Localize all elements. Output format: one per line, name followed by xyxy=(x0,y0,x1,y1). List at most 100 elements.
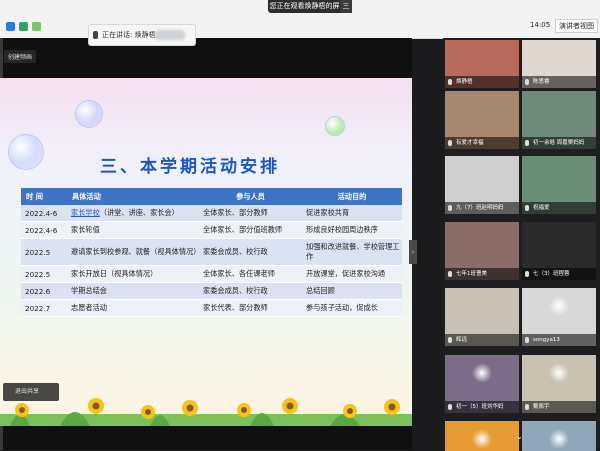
control-tag[interactable]: 创建频画 xyxy=(4,50,37,63)
sharing-menu-button[interactable]: 三 xyxy=(340,0,352,13)
participant-name: 焕静梧 xyxy=(445,76,519,88)
cell-purpose: 促进家校共育 xyxy=(302,205,402,222)
mic-icon xyxy=(525,271,529,277)
cell-time: 2022.7 xyxy=(21,299,67,317)
table-row: 2022.7 志愿者活动 家长代表、部分教师 参与孩子活动，促成长 xyxy=(21,299,402,317)
cell-activity: 邀请家长到校参观、就餐（视具体情况） xyxy=(67,238,200,266)
table-row: 2022.4-6 家长学校（讲堂、讲座、家长会） 全体家长、部分教师 促进家校共… xyxy=(21,205,402,222)
cell-people: 家委会成员、校行政 xyxy=(199,282,302,300)
column-header: 活动目的 xyxy=(302,188,402,205)
participant-tile[interactable]: 陈思睿 xyxy=(522,40,596,88)
cell-purpose: 加强和改进就餐、学校管理工作 xyxy=(302,238,402,266)
participant-name: 辉远 xyxy=(445,334,519,346)
participant-name: 七（3）班程蓉 xyxy=(522,268,596,280)
participant-name: 祝福爱 xyxy=(522,202,596,214)
status-icons xyxy=(6,22,41,31)
schedule-table: 时 间 具体活动 参与人员 活动目的 2022.4-6 家长学校（讲堂、讲座、家… xyxy=(21,188,402,317)
bubble-decoration xyxy=(8,134,44,170)
table-row: 2022.4-6 家长轮值 全体家长、部分值班教师 形成良好校园周边秩序 xyxy=(21,221,402,239)
mic-icon xyxy=(525,205,529,211)
bubble-decoration xyxy=(75,100,103,128)
cell-people: 家长代表、部分教师 xyxy=(199,299,302,317)
child-avatar xyxy=(549,429,569,449)
mic-icon xyxy=(525,79,529,85)
mic-icon xyxy=(525,140,529,146)
participant-tile[interactable]: songya13 xyxy=(522,288,596,346)
participant-tile[interactable]: 初一（5）班刘华妈 xyxy=(445,355,519,413)
participant-name: 七年1班曹美 xyxy=(445,268,519,280)
column-header: 时 间 xyxy=(21,188,67,205)
cell-activity: 家长开放日（视具体情况） xyxy=(67,265,199,283)
participant-tile[interactable]: 初一余晗 周嘉栗妈妈 xyxy=(522,91,596,149)
mic-icon xyxy=(448,140,452,146)
view-mode-button[interactable]: 演讲者视图 xyxy=(555,19,598,33)
cell-purpose: 参与孩子活动，促成长 xyxy=(302,299,402,317)
presentation-slide: 三、本学期活动安排 时 间 具体活动 参与人员 活动目的 2022.4-6 家长… xyxy=(0,78,412,426)
sunflower-border xyxy=(0,398,412,426)
cell-people: 全体家长、部分教师 xyxy=(199,205,302,222)
participant-tile[interactable] xyxy=(522,421,596,451)
participant-name: 九（7）班赵明妈妈 xyxy=(445,202,519,214)
activity-detail: （讲堂、讲座、家长会） xyxy=(99,208,179,217)
speaking-indicator: 正在讲话: 焕静梧; xyxy=(88,24,196,46)
mic-status-icon[interactable] xyxy=(6,22,15,31)
view-mode-label: 演讲者视图 xyxy=(559,22,594,30)
flower-avatar xyxy=(549,296,569,316)
collapse-panel-button[interactable]: › xyxy=(409,240,417,264)
cell-purpose: 形成良好校园周边秩序 xyxy=(302,221,402,239)
participant-name: 陈思睿 xyxy=(522,76,596,88)
table-header-row: 时 间 具体活动 参与人员 活动目的 xyxy=(21,188,402,205)
mic-icon xyxy=(448,337,452,343)
cell-time: 2022.5 xyxy=(21,238,67,266)
participant-tile[interactable]: 七（3）班程蓉 xyxy=(522,222,596,280)
mic-icon xyxy=(448,404,452,410)
stop-share-button[interactable]: 退出共享 xyxy=(3,383,59,401)
cell-purpose: 总结回顾 xyxy=(302,282,402,300)
cell-activity: 家长学校（讲堂、讲座、家长会） xyxy=(67,205,199,222)
participant-tile[interactable]: 有爱才幸福 xyxy=(445,91,519,149)
column-header: 具体活动 xyxy=(67,188,199,205)
cell-time: 2022.5 xyxy=(21,265,67,283)
cat-avatar xyxy=(472,363,492,383)
mic-icon xyxy=(448,205,452,211)
participant-name: 初一（5）班刘华妈 xyxy=(445,401,519,413)
participant-tile[interactable]: 九（7）班赵明妈妈 xyxy=(445,156,519,214)
participant-name: 初一余晗 周嘉栗妈妈 xyxy=(522,137,596,149)
participant-tile[interactable]: 焕静梧 xyxy=(445,40,519,88)
shield-icon[interactable] xyxy=(19,22,28,31)
participant-name: songya13 xyxy=(522,334,596,346)
participant-tile[interactable]: 七年1班曹美 xyxy=(445,222,519,280)
cell-time: 2022.4-6 xyxy=(21,221,67,239)
participant-name: 有爱才幸福 xyxy=(445,137,519,149)
mic-icon xyxy=(525,404,529,410)
participant-tile[interactable] xyxy=(445,421,519,451)
cell-people: 全体家长、部分值班教师 xyxy=(199,221,302,239)
cell-activity: 志愿者活动 xyxy=(67,299,199,317)
participant-tile[interactable]: 祝福爱 xyxy=(522,156,596,214)
sharing-banner: 您正在观看焕静梧的屏幕 xyxy=(268,0,348,13)
slide-title: 三、本学期活动安排 xyxy=(100,157,280,177)
speaking-text: 正在讲话: 焕静梧; xyxy=(102,31,158,39)
participant-tile[interactable]: 辉远 xyxy=(445,288,519,346)
mic-icon xyxy=(448,271,452,277)
bubble-decoration xyxy=(325,116,345,136)
table-row: 2022.5 邀请家长到校参观、就餐（视具体情况） 家委会成员、校行政 加强和改… xyxy=(21,238,402,266)
activity-link[interactable]: 家长学校 xyxy=(71,208,100,217)
mic-icon xyxy=(525,337,529,343)
cell-activity: 学期总结会 xyxy=(67,282,199,300)
participant-tile[interactable]: 戴佩宇 xyxy=(522,355,596,413)
mic-icon xyxy=(448,79,452,85)
orange-avatar xyxy=(472,429,492,449)
table-row: 2022.5 家长开放日（视具体情况） 全体家长、各任课老师 开放课堂，促进家校… xyxy=(21,265,402,283)
cell-people: 家委会成员、校行政 xyxy=(199,238,302,266)
clock-time: 14:05 xyxy=(530,21,551,29)
cell-purpose: 开放课堂，促进家校沟通 xyxy=(302,265,402,283)
scroll-down-icon[interactable]: ⌄ xyxy=(516,432,523,441)
cell-people: 全体家长、各任课老师 xyxy=(199,265,302,283)
blurred-name xyxy=(155,30,185,40)
cell-time: 2022.4-6 xyxy=(21,205,67,222)
mic-icon xyxy=(93,31,98,39)
participant-name: 戴佩宇 xyxy=(522,401,596,413)
column-header: 参与人员 xyxy=(199,188,302,205)
cell-activity: 家长轮值 xyxy=(67,221,199,239)
